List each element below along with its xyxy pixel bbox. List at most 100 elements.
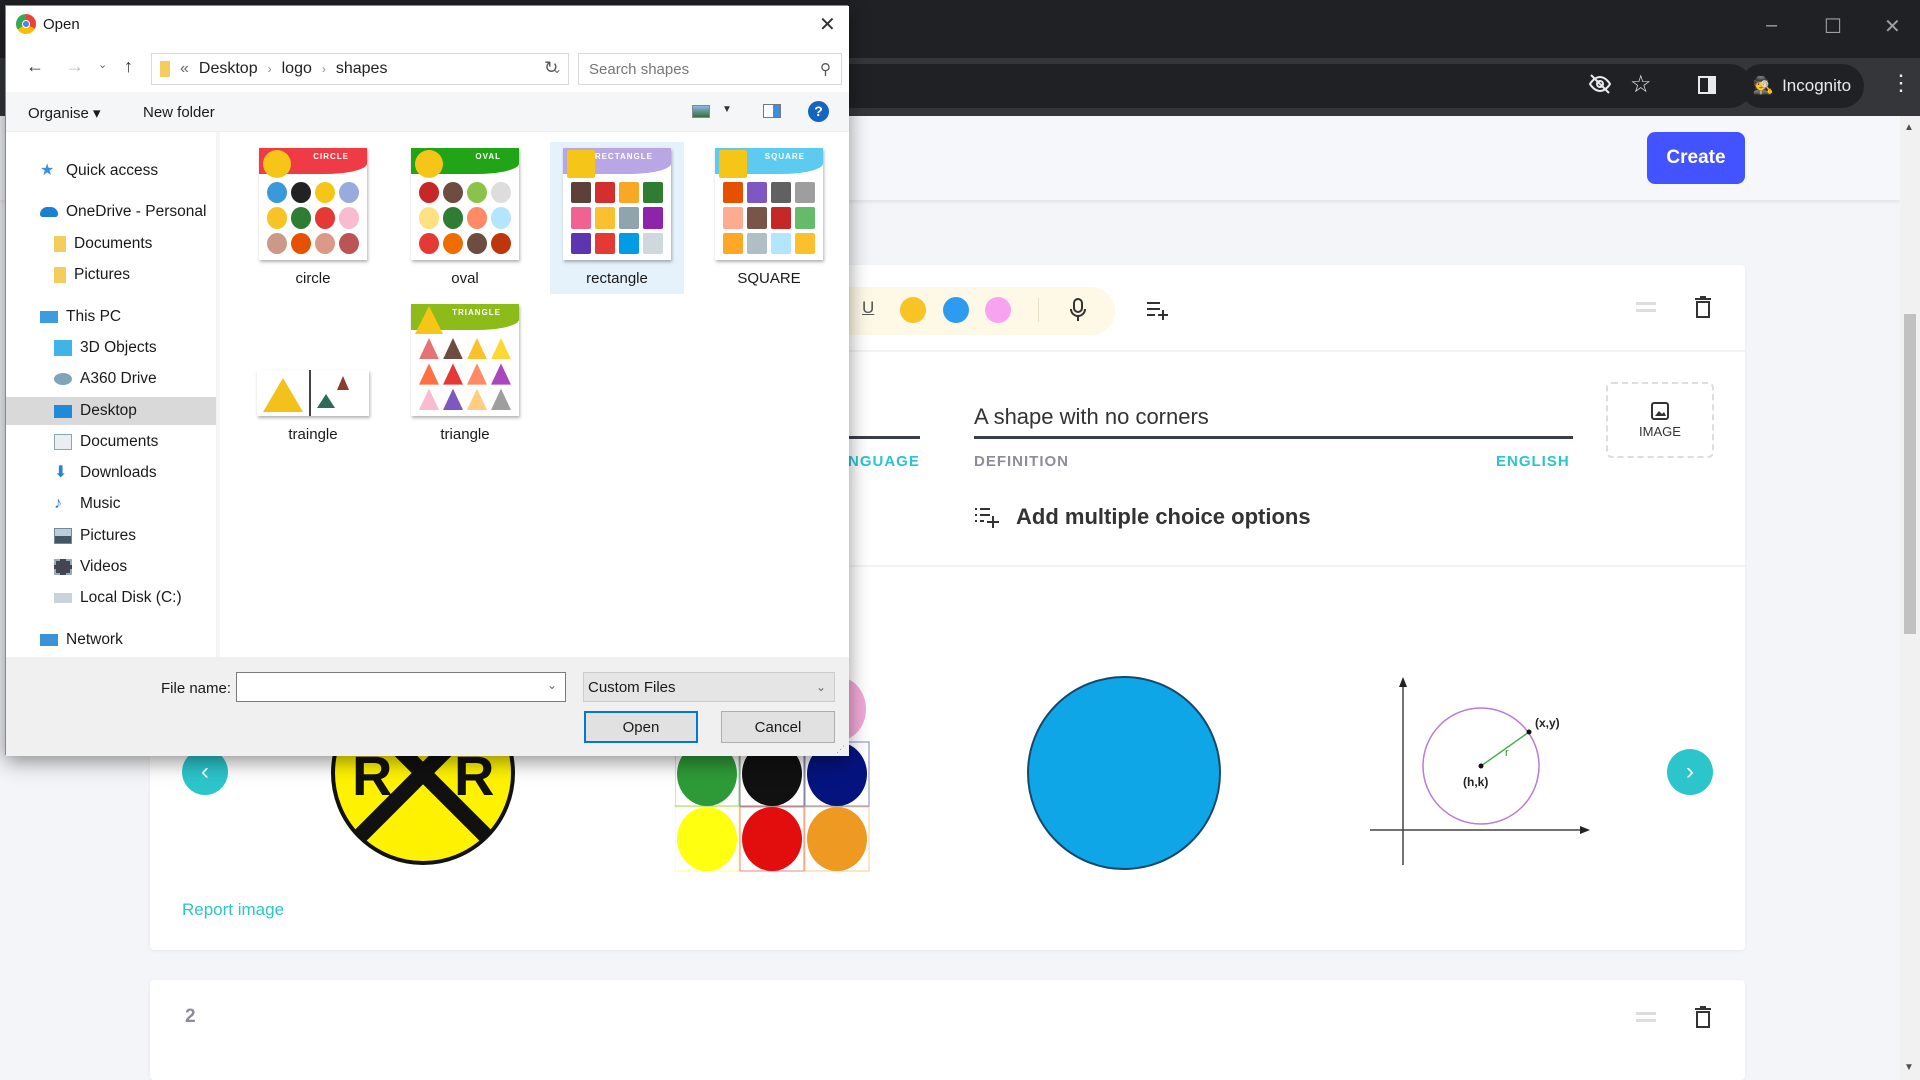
file-type-select[interactable]: Custom Files ⌄ [583,672,835,702]
file-name-label: traingle [288,426,338,443]
thumbnail-mascot [567,150,595,178]
menu-icon[interactable]: ⋮ [1890,70,1912,96]
thumbnail-mascot [415,150,443,178]
file-name-input[interactable]: ⌄ [236,672,566,702]
resize-grip-icon[interactable]: ⋰ [836,744,845,755]
pictures-icon [54,528,72,544]
scroll-up-arrow[interactable]: ▲ [1904,122,1914,133]
breadcrumb-logo[interactable]: logo [282,60,312,78]
color-swatch-pink[interactable] [985,297,1011,323]
file-item[interactable]: SQUARE SQUARE [702,142,836,294]
trash-icon[interactable] [1694,1006,1712,1033]
nav-item[interactable]: Videos [6,553,218,581]
chevron-down-icon[interactable]: ⌄ [547,678,557,692]
dialog-close-button[interactable]: ✕ [819,12,836,37]
organise-button[interactable]: Organise ▾ [28,104,101,122]
circle-equation-diagram[interactable]: (x,y) (h,k) r [1365,675,1595,880]
nav-item[interactable]: Desktop [6,397,218,425]
underline-button[interactable]: U [862,298,874,318]
nav-item[interactable]: A360 Drive [6,365,218,393]
cancel-button[interactable]: Cancel [721,711,835,743]
star-icon[interactable]: ☆ [1630,70,1652,99]
file-item[interactable]: traingle [246,298,380,450]
color-swatch-yellow[interactable] [900,297,926,323]
nav-item[interactable]: Network [6,626,218,654]
file-item[interactable]: RECTANGLE rectangle [550,142,684,294]
nav-item[interactable]: 3D Objects [6,334,218,362]
carousel-next-button[interactable]: › [1667,749,1713,795]
create-button[interactable]: Create [1647,132,1745,184]
forward-icon[interactable]: → [66,56,84,77]
file-item[interactable]: TRIANGLE triangle [398,298,532,450]
nav-item[interactable]: Local Disk (C:) [6,584,218,612]
nav-item[interactable]: Documents [6,230,218,258]
nav-item[interactable]: ★ Quick access [6,157,218,185]
nav-item-label: Pictures [80,527,136,544]
color-swatch-blue[interactable] [943,297,969,323]
search-input[interactable]: Search shapes ⚲ [578,53,842,85]
nav-item[interactable]: ⬇ Downloads [6,459,218,487]
file-name-label: File name: [161,680,232,697]
nav-item-label: Pictures [74,266,130,283]
side-panel-icon[interactable] [1698,76,1716,94]
eye-off-icon[interactable] [1588,72,1612,102]
blue-circle-image[interactable] [1026,675,1222,876]
maximize-button[interactable]: ☐ [1824,14,1842,39]
up-icon[interactable]: ↑ [124,56,133,77]
definition-input[interactable]: A shape with no corners [974,404,1209,430]
recent-locations-icon[interactable]: ⌄ [98,58,107,71]
thumbnail-icons [571,182,663,254]
drag-handle-icon[interactable] [1636,1012,1656,1022]
view-dropdown-icon[interactable]: ▼ [722,104,732,115]
nav-item[interactable]: Documents [6,428,218,456]
help-icon[interactable]: ? [808,101,829,122]
nav-pane-scrollbar[interactable] [216,132,220,657]
drive-icon [54,373,72,385]
nav-item-label: Music [80,495,121,512]
new-folder-button[interactable]: New folder [143,104,215,121]
view-options-icon[interactable] [692,105,710,118]
nav-item-label: Documents [80,433,159,450]
nav-item-label: 3D Objects [80,339,157,356]
microphone-icon[interactable] [1068,298,1088,327]
file-type-value: Custom Files [588,678,676,696]
add-list-icon[interactable] [1146,300,1170,325]
scroll-thumb[interactable] [1904,314,1916,634]
trash-icon[interactable] [1694,296,1712,323]
nav-item[interactable]: OneDrive - Personal [6,198,218,226]
file-item[interactable]: OVAL oval [398,142,532,294]
preview-pane-icon[interactable] [763,104,781,118]
minimize-button[interactable]: – [1766,14,1777,37]
add-multiple-choice-button[interactable]: Add multiple choice options [974,504,1311,530]
report-image-link[interactable]: Report image [182,900,284,920]
question-card-2 [150,980,1745,1080]
term-language-label[interactable]: NGUAGE [848,453,920,470]
open-button[interactable]: Open [584,711,698,743]
breadcrumb-overflow[interactable]: « [180,60,189,78]
nav-item[interactable]: Pictures [6,261,218,289]
card-number: 2 [185,1006,196,1027]
file-item[interactable]: CIRCLE circle [246,142,380,294]
desktop-icon [54,404,72,418]
incognito-icon: 🕵 [1752,76,1775,95]
window-close-button[interactable]: ✕ [1884,14,1901,39]
breadcrumb-shapes[interactable]: shapes [336,60,388,78]
refresh-icon[interactable]: ↻ [544,58,558,78]
definition-language-label[interactable]: ENGLISH [1496,453,1570,470]
thumbnail-mascot [719,150,747,178]
breadcrumb-desktop[interactable]: Desktop [199,60,258,78]
search-placeholder: Search shapes [589,60,690,78]
nav-item-label: This PC [66,308,122,325]
color-dot [742,807,802,871]
add-image-button[interactable]: IMAGE [1606,382,1714,458]
dialog-titlebar [6,6,849,44]
video-icon [54,559,72,575]
nav-item[interactable]: Pictures [6,522,218,550]
back-icon[interactable]: ← [26,56,44,77]
nav-item[interactable]: This PC [6,303,218,331]
scroll-down-arrow[interactable]: ▼ [1904,1062,1914,1073]
nav-item[interactable]: ♪ Music [6,490,218,518]
incognito-badge[interactable]: 🕵 Incognito [1740,64,1864,108]
drag-handle-icon[interactable] [1636,302,1656,312]
breadcrumb[interactable]: « Desktop › logo › shapes ⌄ [151,53,569,85]
